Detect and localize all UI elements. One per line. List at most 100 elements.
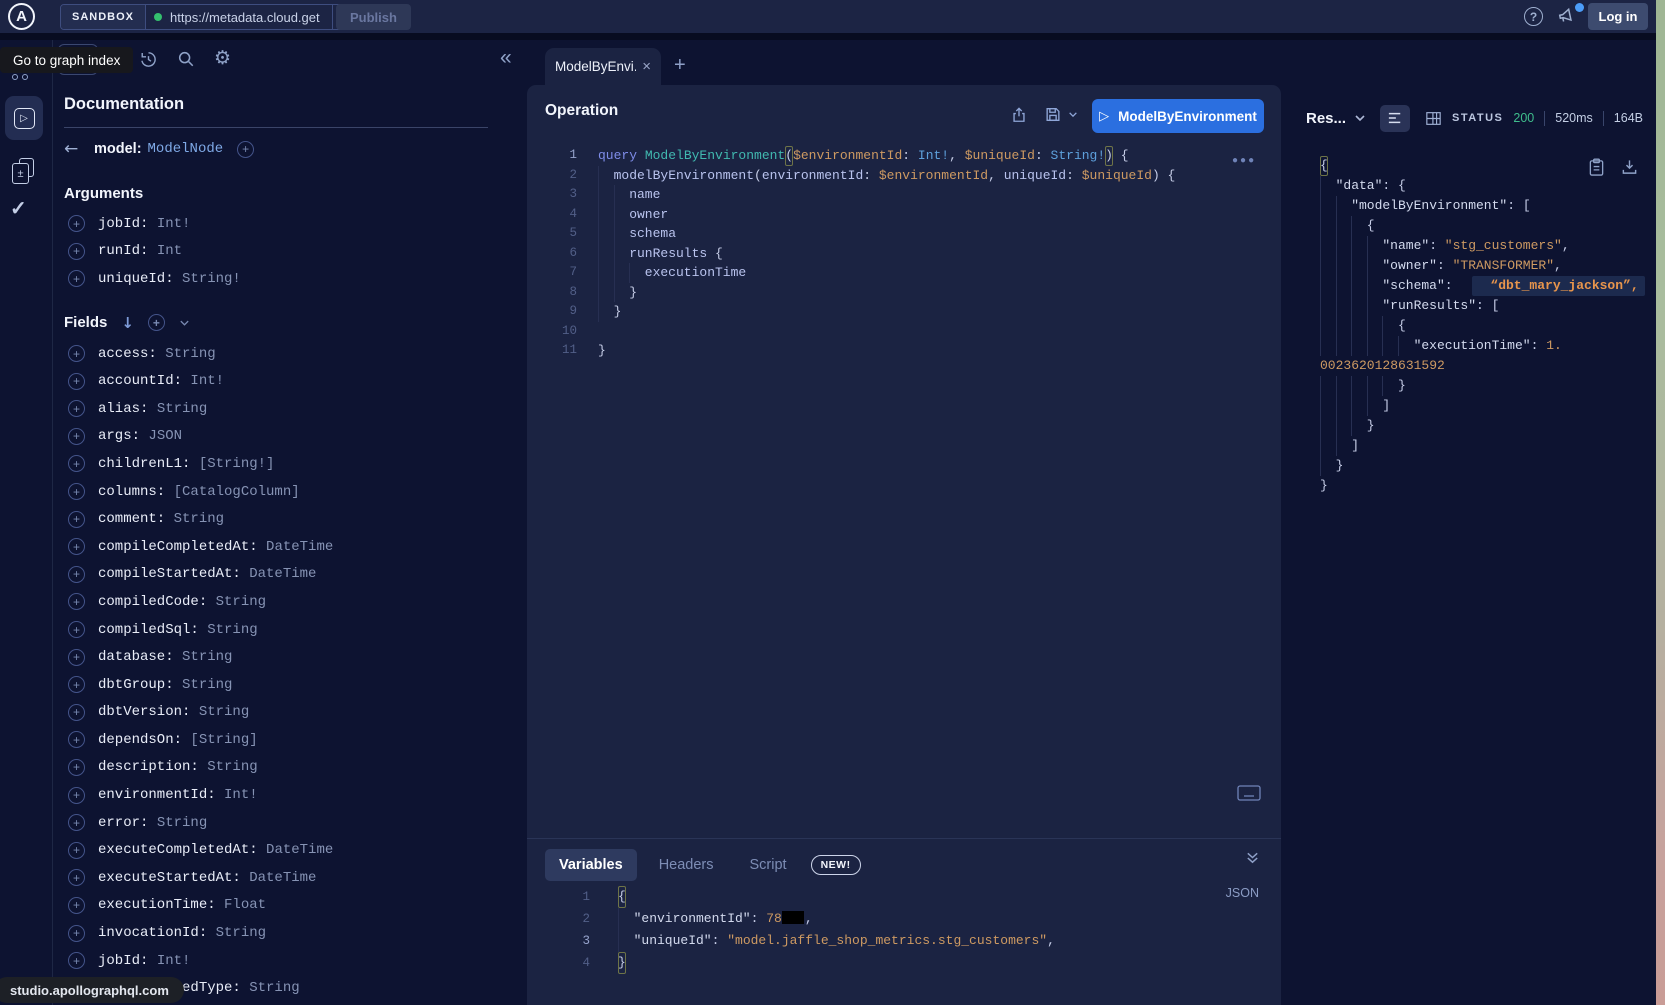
- add-field-button[interactable]: +: [68, 842, 85, 859]
- apollo-logo[interactable]: A: [8, 3, 35, 30]
- field-label[interactable]: uniqueId: String!: [98, 271, 241, 287]
- add-field-button[interactable]: +: [68, 621, 85, 638]
- add-field-button[interactable]: +: [68, 428, 85, 445]
- field-label[interactable]: error: String: [98, 815, 207, 831]
- field-label[interactable]: alias: String: [98, 401, 207, 417]
- add-field-button[interactable]: +: [68, 455, 85, 472]
- table-view-toggle[interactable]: [1418, 105, 1448, 132]
- field-row: + executionTime: Float: [64, 892, 494, 920]
- add-field-button[interactable]: +: [68, 400, 85, 417]
- notification-dot: [1575, 3, 1584, 12]
- add-field-button[interactable]: +: [68, 704, 85, 721]
- add-field-button[interactable]: +: [68, 243, 85, 260]
- add-field-button[interactable]: +: [68, 538, 85, 555]
- add-field-button[interactable]: +: [68, 814, 85, 831]
- add-field-button[interactable]: +: [68, 869, 85, 886]
- field-label[interactable]: compileCompletedAt: DateTime: [98, 539, 333, 555]
- add-field-button[interactable]: +: [68, 215, 85, 232]
- fields-title: Fields: [64, 314, 107, 331]
- field-label[interactable]: dbtVersion: String: [98, 704, 249, 720]
- add-field-button[interactable]: +: [68, 731, 85, 748]
- field-label[interactable]: jobId: Int!: [98, 216, 190, 232]
- share-icon[interactable]: [1010, 105, 1028, 124]
- doc-divider: [64, 127, 488, 128]
- field-label[interactable]: executionTime: Float: [98, 897, 266, 913]
- raw-view-toggle[interactable]: [1380, 105, 1410, 132]
- add-field-button[interactable]: +: [68, 345, 85, 362]
- field-label[interactable]: executeStartedAt: DateTime: [98, 870, 316, 886]
- field-label[interactable]: database: String: [98, 649, 232, 665]
- chevron-down-icon[interactable]: [179, 319, 190, 327]
- sidebar-item-explorer[interactable]: ▷: [5, 96, 43, 140]
- add-field-button[interactable]: +: [68, 373, 85, 390]
- doc-type-name[interactable]: ModelNode: [148, 141, 224, 157]
- add-field-button[interactable]: +: [68, 483, 85, 500]
- add-field-button[interactable]: +: [68, 897, 85, 914]
- save-dropdown-chevron-icon[interactable]: [1068, 111, 1078, 118]
- response-viewer[interactable]: {"data": {"modelByEnvironment": [{"name"…: [1320, 156, 1665, 496]
- add-field-button[interactable]: +: [68, 649, 85, 666]
- operation-editor[interactable]: 1query ModelByEnvironment($environmentId…: [527, 146, 1281, 361]
- field-label[interactable]: dbtGroup: String: [98, 677, 232, 693]
- publish-button[interactable]: Publish: [336, 4, 411, 30]
- field-label[interactable]: jobId: Int!: [98, 953, 190, 969]
- history-icon[interactable]: [139, 50, 158, 69]
- tab-modelbyenvironment[interactable]: ModelByEnvi... ×: [545, 48, 661, 85]
- field-label[interactable]: environmentId: Int!: [98, 787, 258, 803]
- settings-gear-icon[interactable]: ⚙: [214, 47, 231, 69]
- tab-variables[interactable]: Variables: [545, 849, 637, 881]
- field-label[interactable]: description: String: [98, 759, 258, 775]
- variables-editor[interactable]: 1{2"environmentId": 78,3"uniqueId": "mod…: [527, 886, 1281, 974]
- add-field-button[interactable]: +: [68, 593, 85, 610]
- save-icon[interactable]: [1044, 105, 1062, 124]
- add-field-button[interactable]: +: [68, 676, 85, 693]
- collapse-sidebar-icon[interactable]: «: [500, 46, 512, 70]
- field-label[interactable]: columns: [CatalogColumn]: [98, 484, 300, 500]
- tab-script[interactable]: Script: [736, 849, 801, 881]
- add-all-fields-button[interactable]: +: [148, 314, 165, 331]
- sidebar-item-checks[interactable]: ✓: [10, 196, 27, 221]
- add-field-button[interactable]: +: [68, 759, 85, 776]
- field-label[interactable]: comment: String: [98, 511, 224, 527]
- new-tab-button[interactable]: +: [674, 54, 686, 77]
- field-label[interactable]: access: String: [98, 346, 216, 362]
- response-dropdown-chevron-icon[interactable]: [1354, 114, 1366, 122]
- add-field-button[interactable]: +: [68, 952, 85, 969]
- add-field-button[interactable]: +: [68, 925, 85, 942]
- add-field-button[interactable]: +: [68, 270, 85, 287]
- field-label[interactable]: childrenL1: [String!]: [98, 456, 274, 472]
- field-label[interactable]: dependsOn: [String]: [98, 732, 258, 748]
- field-label[interactable]: compiledCode: String: [98, 594, 266, 610]
- back-arrow-icon[interactable]: ←: [64, 139, 94, 159]
- operation-title: Operation: [545, 102, 618, 120]
- variables-divider: [527, 838, 1281, 839]
- add-type-button[interactable]: +: [237, 141, 254, 158]
- field-label[interactable]: accountId: Int!: [98, 373, 224, 389]
- close-tab-icon[interactable]: ×: [642, 58, 651, 75]
- variables-line: 4}: [527, 952, 1281, 974]
- announcements-icon[interactable]: [1556, 6, 1576, 26]
- tab-headers[interactable]: Headers: [645, 849, 728, 881]
- field-label[interactable]: compileStartedAt: DateTime: [98, 566, 316, 582]
- endpoint-url-bar[interactable]: SANDBOX https://metadata.cloud.get ⚙: [60, 4, 360, 30]
- collapse-variables-icon[interactable]: [1245, 851, 1260, 865]
- search-icon[interactable]: [177, 50, 195, 68]
- endpoint-url[interactable]: https://metadata.cloud.get: [170, 10, 320, 25]
- add-field-button[interactable]: +: [68, 511, 85, 528]
- help-icon[interactable]: ?: [1524, 7, 1543, 26]
- run-operation-button[interactable]: ▷ ModelByEnvironment: [1092, 99, 1264, 133]
- sidebar-item-schema-diff[interactable]: ±: [12, 158, 36, 186]
- sort-fields-icon[interactable]: ↓: [121, 314, 134, 332]
- field-label[interactable]: args: JSON: [98, 428, 182, 444]
- field-label[interactable]: executeCompletedAt: DateTime: [98, 842, 333, 858]
- keyboard-shortcuts-icon[interactable]: [1237, 785, 1261, 801]
- response-title[interactable]: Res...: [1306, 110, 1346, 127]
- field-label[interactable]: compiledSql: String: [98, 622, 258, 638]
- field-label[interactable]: runId: Int: [98, 243, 182, 259]
- field-label[interactable]: invocationId: String: [98, 925, 266, 941]
- login-button[interactable]: Log in: [1588, 3, 1648, 30]
- add-field-button[interactable]: +: [68, 787, 85, 804]
- response-time: 520ms: [1555, 111, 1593, 125]
- graph-icon[interactable]: [12, 74, 28, 80]
- add-field-button[interactable]: +: [68, 566, 85, 583]
